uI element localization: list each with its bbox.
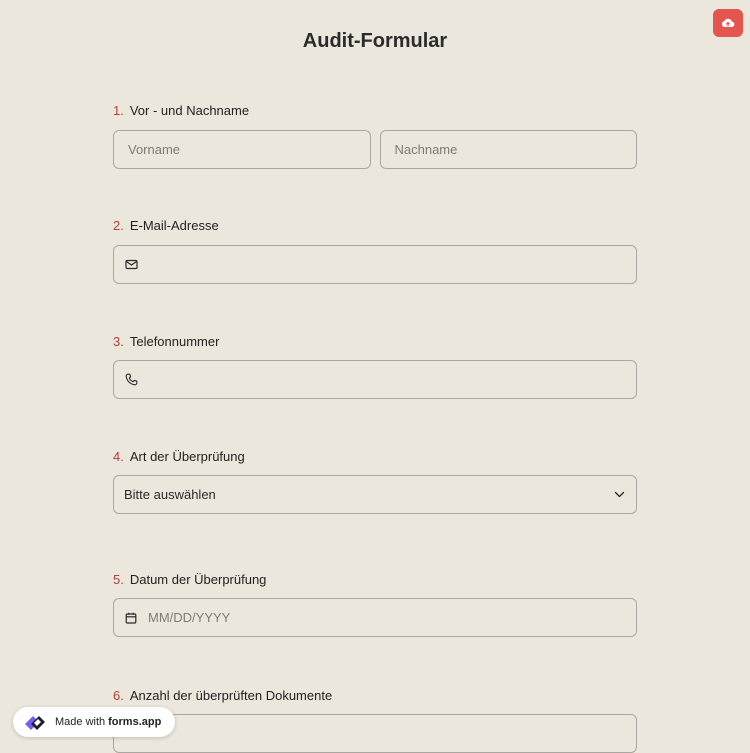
made-with-badge[interactable]: Made with forms.app xyxy=(13,707,176,737)
phone-input[interactable] xyxy=(113,360,637,399)
review-date-input[interactable]: MM/DD/YYYY xyxy=(113,598,637,637)
question-name: 1. Vor - und Nachname Vorname Nachname xyxy=(113,101,637,169)
question-phone: 3. Telefonnummer xyxy=(113,332,637,399)
question-review-date: 5. Datum der Überprüfung MM/DD/YYYY xyxy=(113,570,637,637)
badge-brand: forms.app xyxy=(108,716,162,728)
first-name-input[interactable]: Vorname xyxy=(113,130,371,169)
question-number: 3. xyxy=(113,333,124,349)
calendar-icon xyxy=(124,611,138,625)
question-label: Telefonnummer xyxy=(129,333,220,349)
question-document-count: 6. Anzahl der überprüften Dokumente xyxy=(113,686,637,753)
phone-icon xyxy=(124,373,138,387)
email-input[interactable] xyxy=(113,245,637,284)
forms-app-logo-icon xyxy=(25,716,45,730)
question-number: 2. xyxy=(113,217,124,233)
question-email: 2. E-Mail-Adresse xyxy=(113,216,637,284)
question-label: Vor - und Nachname xyxy=(129,102,250,118)
first-name-placeholder: Vorname xyxy=(128,142,181,157)
question-label: Anzahl der überprüften Dokumente xyxy=(129,687,333,703)
chevron-down-icon xyxy=(612,488,626,502)
upload-button[interactable] xyxy=(713,9,743,37)
review-date-placeholder: MM/DD/YYYY xyxy=(148,610,231,625)
question-number: 1. xyxy=(113,102,124,118)
page-title: Audit-Formular xyxy=(302,30,448,52)
question-number: 4. xyxy=(113,448,124,464)
question-number: 5. xyxy=(113,571,124,587)
question-review-type: 4. Art der Überprüfung Bitte auswählen xyxy=(113,447,637,514)
document-count-input[interactable] xyxy=(113,714,637,753)
question-number: 6. xyxy=(113,687,124,703)
question-label: E-Mail-Adresse xyxy=(129,217,219,233)
review-type-select[interactable]: Bitte auswählen xyxy=(113,475,637,514)
last-name-input[interactable]: Nachname xyxy=(379,130,637,169)
question-label: Art der Überprüfung xyxy=(129,448,245,464)
review-type-selected-value: Bitte auswählen xyxy=(124,487,216,502)
question-label: Datum der Überprüfung xyxy=(129,571,267,587)
last-name-placeholder: Nachname xyxy=(394,142,458,157)
cloud-upload-icon xyxy=(721,18,735,28)
mail-icon xyxy=(124,258,138,272)
badge-prefix: Made with xyxy=(55,716,106,728)
